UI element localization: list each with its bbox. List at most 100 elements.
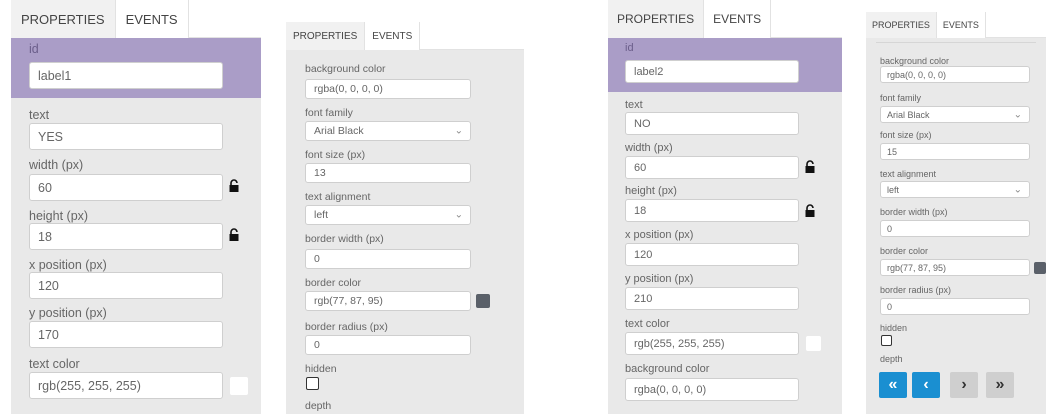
x-position-label: x position (px)	[29, 258, 107, 272]
text-color-input[interactable]: rgb(255, 255, 255)	[29, 372, 223, 399]
properties-panel-label2: PROPERTIES EVENTS id label2 text NO widt…	[608, 0, 842, 414]
tab-events[interactable]: EVENTS	[115, 0, 189, 38]
properties-panel-style-1: PROPERTIES EVENTS background color rgba(…	[286, 0, 524, 414]
text-alignment-select[interactable]: left ⌄	[880, 181, 1030, 198]
text-alignment-value: left	[887, 184, 900, 195]
chevron-down-icon: ⌄	[1013, 184, 1022, 195]
id-input[interactable]: label2	[625, 60, 799, 83]
width-input[interactable]: 60	[29, 174, 223, 201]
width-label: width (px)	[29, 158, 84, 172]
text-color-label: text color	[29, 357, 80, 371]
chevron-down-icon: ⌄	[1013, 109, 1022, 120]
font-family-value: Arial Black	[887, 109, 930, 120]
font-size-input[interactable]: 13	[305, 163, 471, 183]
tab-properties[interactable]: PROPERTIES	[286, 22, 366, 50]
border-color-swatch[interactable]	[1034, 262, 1046, 274]
properties-panel-style-2: PROPERTIES EVENTS background color rgba(…	[866, 0, 1046, 414]
bring-forward-button[interactable]: ›	[950, 372, 978, 398]
x-position-label: x position (px)	[625, 229, 694, 241]
hidden-label: hidden	[305, 363, 337, 375]
font-size-label: font size (px)	[880, 130, 932, 140]
background-color-label: background color	[880, 56, 950, 66]
panel-body: background color rgba(0, 0, 0, 0) font f…	[866, 38, 1046, 414]
id-label: id	[625, 42, 634, 54]
width-input[interactable]: 60	[625, 156, 799, 179]
border-color-input[interactable]: rgb(77, 87, 95)	[305, 291, 471, 311]
width-lock-icon[interactable]	[804, 160, 816, 174]
font-family-select[interactable]: Arial Black ⌄	[305, 121, 471, 141]
tab-events[interactable]: EVENTS	[936, 12, 986, 38]
chevron-down-icon: ⌄	[454, 209, 463, 221]
text-input[interactable]: NO	[625, 112, 799, 135]
border-width-label: border width (px)	[305, 233, 384, 245]
height-lock-icon[interactable]	[228, 228, 240, 242]
tab-events[interactable]: EVENTS	[704, 0, 772, 38]
send-to-back-button[interactable]: «	[879, 372, 907, 398]
panel-body: id label2 text NO width (px) 60 height (…	[608, 38, 842, 414]
height-input[interactable]: 18	[625, 199, 799, 222]
border-color-label: border color	[305, 277, 362, 289]
depth-label: depth	[880, 354, 903, 364]
id-input[interactable]: label1	[29, 62, 223, 89]
text-color-swatch[interactable]	[806, 336, 821, 351]
height-lock-icon[interactable]	[804, 204, 816, 218]
font-size-input[interactable]: 15	[880, 143, 1030, 160]
hidden-checkbox[interactable]	[881, 335, 892, 346]
y-position-input[interactable]: 210	[625, 287, 799, 310]
text-alignment-value: left	[314, 209, 329, 221]
text-alignment-select[interactable]: left ⌄	[305, 205, 471, 225]
tab-properties[interactable]: PROPERTIES	[866, 12, 937, 38]
border-radius-input[interactable]: 0	[305, 335, 471, 355]
border-color-label: border color	[880, 246, 929, 256]
border-width-label: border width (px)	[880, 207, 948, 217]
send-backward-button[interactable]: ‹	[912, 372, 940, 398]
panel-body: background color rgba(0, 0, 0, 0) font f…	[286, 50, 524, 414]
background-color-input[interactable]: rgba(0, 0, 0, 0)	[305, 79, 471, 99]
hidden-checkbox[interactable]	[306, 377, 319, 390]
background-color-input[interactable]: rgba(0, 0, 0, 0)	[880, 66, 1030, 83]
background-color-label: background color	[625, 363, 710, 375]
panel-body: id label1 text YES width (px) 60 height …	[11, 38, 261, 414]
font-family-label: font family	[305, 107, 353, 119]
border-width-input[interactable]: 0	[880, 220, 1030, 237]
background-color-input[interactable]: rgba(0, 0, 0, 0)	[625, 378, 799, 401]
hidden-label: hidden	[880, 323, 908, 333]
text-color-label: text color	[625, 318, 670, 330]
y-position-label: y position (px)	[625, 273, 694, 285]
id-label: id	[29, 42, 39, 56]
font-family-label: font family	[880, 93, 922, 103]
text-color-input[interactable]: rgb(255, 255, 255)	[625, 332, 799, 355]
text-color-swatch[interactable]	[230, 377, 248, 395]
divider	[876, 42, 1036, 43]
text-alignment-label: text alignment	[305, 191, 371, 203]
border-color-swatch[interactable]	[476, 294, 490, 308]
tab-properties[interactable]: PROPERTIES	[608, 0, 705, 38]
width-label: width (px)	[625, 142, 673, 154]
border-color-input[interactable]: rgb(77, 87, 95)	[880, 259, 1030, 276]
tab-events[interactable]: EVENTS	[365, 22, 421, 50]
chevron-down-icon: ⌄	[454, 125, 463, 137]
text-label: text	[29, 108, 50, 122]
border-radius-label: border radius (px)	[880, 285, 952, 295]
border-width-input[interactable]: 0	[305, 249, 471, 269]
width-lock-icon[interactable]	[228, 179, 240, 193]
font-size-label: font size (px)	[305, 149, 366, 161]
id-field-group: id label1	[11, 38, 261, 98]
panel-tabs: PROPERTIES EVENTS	[11, 0, 261, 38]
bring-to-front-button[interactable]: »	[986, 372, 1014, 398]
border-radius-input[interactable]: 0	[880, 298, 1030, 315]
x-position-input[interactable]: 120	[625, 243, 799, 266]
tab-properties[interactable]: PROPERTIES	[11, 0, 116, 38]
y-position-input[interactable]: 170	[29, 321, 223, 348]
panel-tabs: PROPERTIES EVENTS	[866, 12, 1046, 38]
x-position-input[interactable]: 120	[29, 272, 223, 299]
panel-tabs: PROPERTIES EVENTS	[608, 0, 842, 38]
border-radius-label: border radius (px)	[305, 321, 388, 333]
panel-tabs: PROPERTIES EVENTS	[286, 22, 524, 50]
depth-label: depth	[305, 400, 332, 412]
y-position-label: y position (px)	[29, 306, 107, 320]
text-input[interactable]: YES	[29, 123, 223, 150]
font-family-select[interactable]: Arial Black ⌄	[880, 106, 1030, 123]
text-label: text	[625, 99, 643, 111]
height-input[interactable]: 18	[29, 223, 223, 250]
